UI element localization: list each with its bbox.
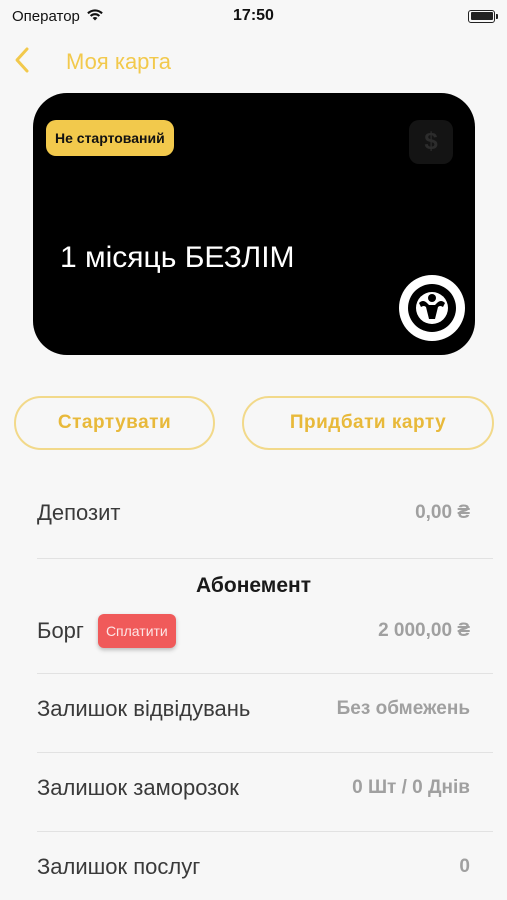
- freezes-value: 0 Шт / 0 Днів: [352, 777, 470, 798]
- visits-row: Залишок відвідувань Без обмежень: [37, 696, 470, 722]
- divider: [37, 831, 493, 832]
- deposit-row: Депозит 0,00 ₴: [37, 500, 470, 526]
- start-button[interactable]: Стартувати: [14, 396, 215, 450]
- carrier-name: Оператор: [12, 7, 80, 25]
- freezes-label: Залишок заморозок: [37, 775, 239, 800]
- status-badge: Не стартований: [46, 120, 174, 156]
- debt-value: 2 000,00 ₴: [378, 620, 470, 641]
- deposit-value: 0,00 ₴: [415, 502, 470, 523]
- pay-button[interactable]: Сплатити: [97, 614, 176, 648]
- divider: [37, 558, 493, 559]
- services-value: 0: [459, 856, 470, 877]
- back-button[interactable]: [14, 42, 44, 82]
- buy-card-button[interactable]: Придбати карту: [242, 396, 494, 450]
- status-bar: Оператор 17:50: [0, 0, 507, 32]
- chevron-left-icon: [14, 46, 30, 79]
- debt-row: Борг Сплатити 2 000,00 ₴: [37, 614, 470, 648]
- freezes-row: Залишок заморозок 0 Шт / 0 Днів: [37, 775, 470, 801]
- nav-bar: Моя карта: [0, 40, 507, 84]
- visits-label: Залишок відвідувань: [37, 696, 251, 721]
- visits-value: Без обмежень: [336, 698, 470, 719]
- dollar-icon: $: [409, 120, 453, 164]
- gym-logo-icon: [399, 275, 465, 341]
- services-row: Залишок послуг 0: [37, 854, 470, 880]
- wifi-icon: [86, 7, 104, 25]
- deposit-label: Депозит: [37, 500, 121, 525]
- divider: [37, 673, 493, 674]
- status-left: Оператор: [12, 7, 104, 25]
- debt-left: Борг Сплатити: [37, 614, 176, 648]
- services-label: Залишок послуг: [37, 854, 201, 879]
- membership-card[interactable]: Не стартований $ 1 місяць БЕЗЛІМ: [33, 93, 475, 355]
- battery-icon: [468, 9, 498, 23]
- page-title: Моя карта: [66, 49, 171, 74]
- section-title: Абонемент: [196, 574, 311, 597]
- card-title: 1 місяць БЕЗЛІМ: [60, 241, 295, 274]
- divider: [37, 752, 493, 753]
- debt-label: Борг: [37, 618, 84, 643]
- battery-fill: [470, 12, 493, 20]
